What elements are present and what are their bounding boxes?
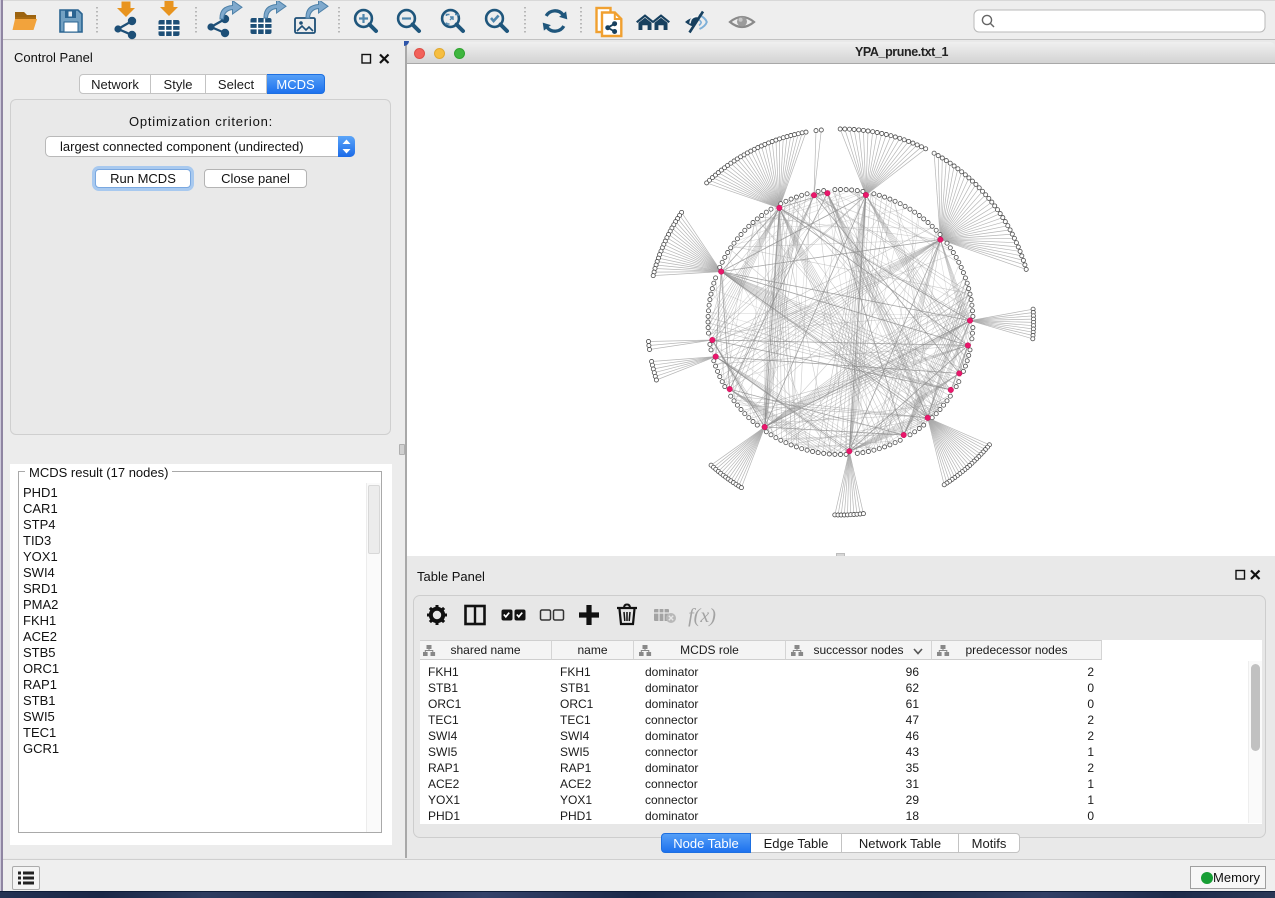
svg-text:f(x): f(x) — [688, 605, 716, 627]
